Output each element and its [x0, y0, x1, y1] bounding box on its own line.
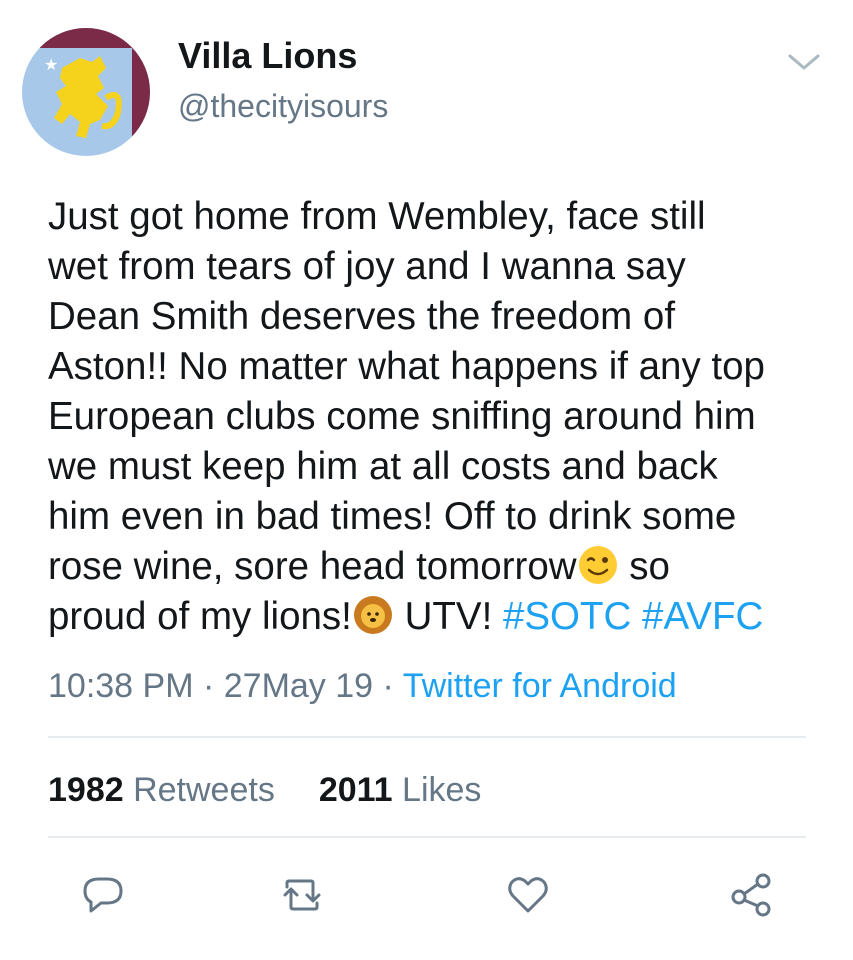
display-name[interactable]: Villa Lions: [178, 36, 357, 76]
tweet-meta: 10:38 PM · 27May 19 · Twitter for Androi…: [48, 666, 677, 706]
tweet-line: wet from tears of joy and I wanna say: [48, 245, 686, 288]
svg-text:★: ★: [44, 55, 58, 74]
like-button[interactable]: [502, 868, 554, 920]
tweet-line: Just got home from Wembley, face still: [48, 195, 706, 238]
divider: [48, 736, 806, 738]
tweet-line: him even in bad times! Off to drink some: [48, 495, 737, 538]
hashtag-link[interactable]: #AVFC: [642, 595, 763, 638]
tweet-line-text: proud of my lions!: [48, 595, 352, 638]
divider: [48, 836, 806, 838]
like-icon: [508, 877, 548, 913]
reply-icon: [83, 877, 123, 913]
tweet-time: 10:38 PM: [48, 667, 194, 705]
lion-emoji-icon: [353, 596, 392, 634]
hashtag-link[interactable]: #SOTC: [503, 595, 631, 638]
retweet-button[interactable]: [276, 868, 328, 920]
tweet-date: 27May 19: [223, 667, 374, 705]
likes-label: Likes: [402, 771, 482, 809]
meta-separator: ·: [193, 667, 224, 705]
tweet-source-link[interactable]: Twitter for Android: [403, 667, 677, 705]
tweet-stats: 1982 Retweets 2011 Likes: [48, 770, 481, 810]
tweet-line: rose wine, sore head tomorrow so: [48, 542, 848, 592]
retweets-stat[interactable]: 1982 Retweets: [48, 771, 275, 809]
wink-emoji-icon: [578, 546, 617, 584]
likes-count: 2011: [318, 771, 393, 809]
lion-crest-icon: ★: [44, 55, 122, 138]
chevron-down-icon[interactable]: [786, 50, 822, 74]
likes-stat[interactable]: 2011 Likes: [319, 771, 482, 809]
tweet-line: proud of my lions! UTV! #SOTC #AVFC: [48, 592, 848, 642]
handle[interactable]: @thecityisours: [178, 86, 388, 126]
share-button[interactable]: [726, 868, 778, 920]
avatar[interactable]: ★: [22, 28, 150, 156]
tweet-text: Just got home from Wembley, face still w…: [48, 192, 848, 642]
retweets-label: Retweets: [133, 771, 275, 809]
meta-separator: ·: [373, 667, 403, 705]
tweet-line: Aston!! No matter what happens if any to…: [48, 345, 765, 388]
retweets-count: 1982: [48, 771, 124, 809]
tweet-line: Dean Smith deserves the freedom of: [48, 295, 676, 338]
tweet-line: European clubs come sniffing around him: [48, 395, 756, 438]
tweet-line-text: rose wine, sore head tomorrow: [48, 545, 577, 588]
tweet-line: we must keep him at all costs and back: [48, 445, 718, 488]
retweet-icon: [283, 879, 321, 911]
tweet-line-text: so: [618, 545, 670, 588]
tweet-line-text: UTV!: [393, 595, 503, 638]
share-icon: [731, 873, 771, 917]
reply-button[interactable]: [76, 868, 128, 920]
